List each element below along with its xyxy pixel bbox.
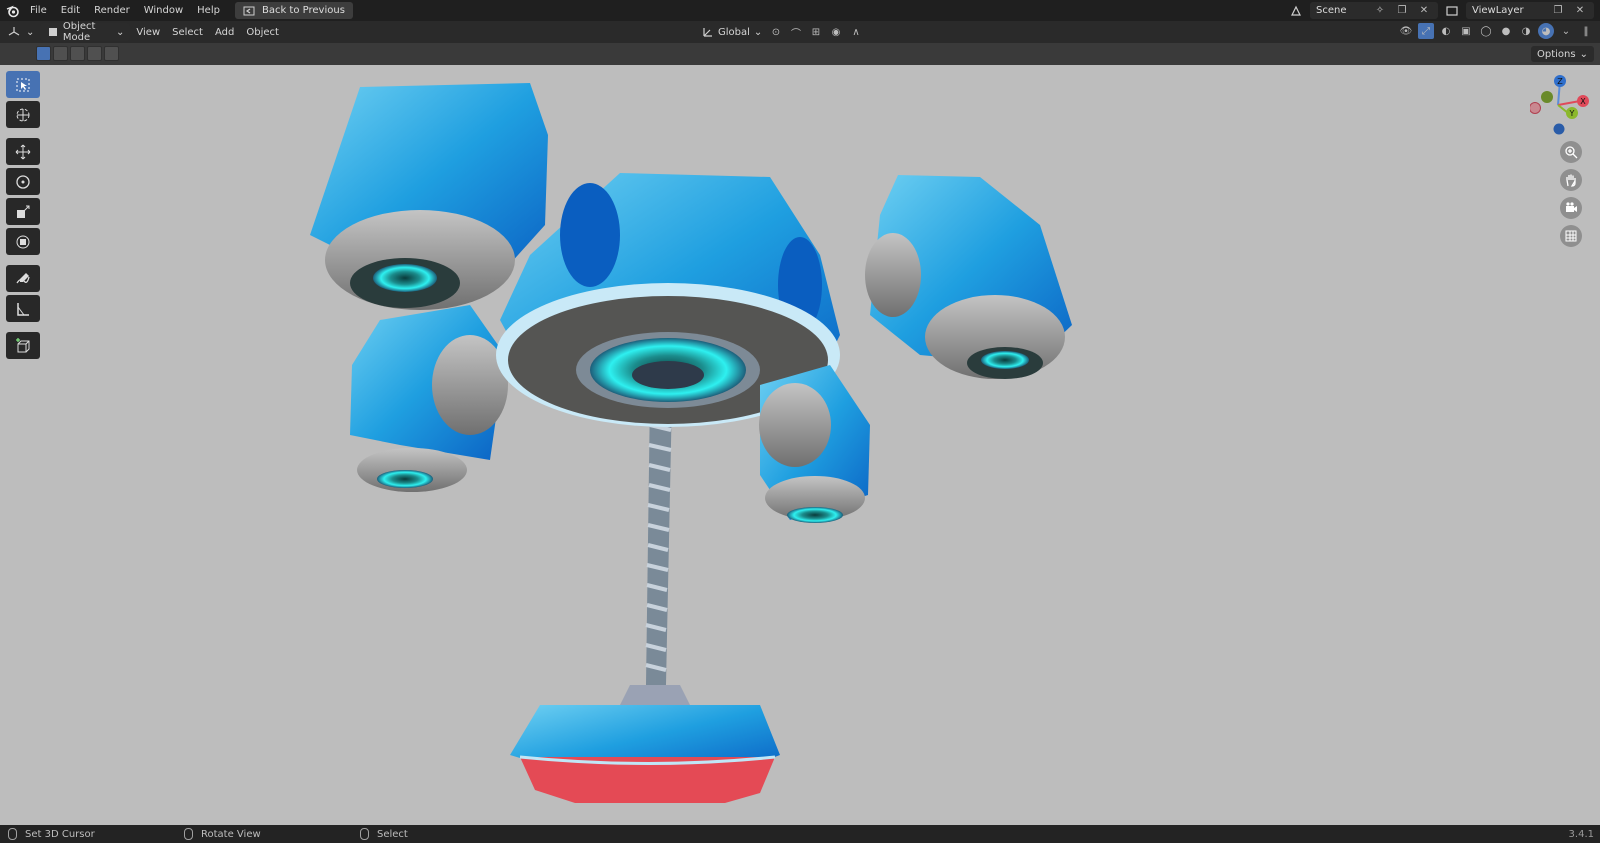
camera-icon[interactable] — [1560, 197, 1582, 219]
gizmo-toggle-icon[interactable]: ⤢ — [1418, 23, 1434, 39]
model-render — [310, 83, 1072, 803]
rendered-shading-icon[interactable]: ◕ — [1538, 23, 1554, 39]
viewport-header: ⌄ Object Mode ⌄ View Select Add Object G… — [0, 21, 1600, 43]
scale-icon[interactable] — [6, 198, 40, 225]
back-icon — [241, 3, 257, 19]
snap-icon[interactable]: ⌒ — [788, 24, 804, 40]
copy-icon[interactable]: ❐ — [1550, 3, 1566, 19]
cursor-icon[interactable] — [6, 101, 40, 128]
back-to-previous-button[interactable]: Back to Previous — [234, 2, 353, 19]
select-extend-icon[interactable] — [53, 46, 68, 61]
view-layer-name: ViewLayer — [1472, 5, 1524, 16]
select-intersect-icon[interactable] — [104, 46, 119, 61]
transform-orientation-dropdown[interactable]: Global ⌄ — [696, 23, 764, 41]
orientation-icon — [702, 24, 714, 40]
tool-settings-header: Options ⌄ — [0, 43, 1600, 65]
material-shading-icon[interactable]: ◑ — [1518, 23, 1534, 39]
scene-icon[interactable] — [1288, 3, 1304, 19]
view-layer-field[interactable]: ViewLayer ❐ ✕ — [1466, 2, 1594, 19]
back-to-previous-label: Back to Previous — [261, 5, 345, 16]
menu-object[interactable]: Object — [240, 23, 285, 41]
mouse-left-icon — [8, 828, 17, 840]
status-bar: Set 3D Cursor Rotate View Select 3.4.1 — [0, 825, 1600, 843]
mode-dropdown[interactable]: Object Mode ⌄ — [40, 21, 131, 43]
annotate-icon[interactable] — [6, 265, 40, 292]
gizmo-z-label: Z — [1557, 77, 1563, 86]
menu-help[interactable]: Help — [190, 0, 227, 21]
chevron-down-icon: ⌄ — [1579, 48, 1588, 60]
pivot-point-icon[interactable]: ⊙ — [768, 24, 784, 40]
pin-icon[interactable]: ✧ — [1372, 3, 1388, 19]
3d-viewport[interactable]: Z X Y — [0, 65, 1600, 825]
scene-field[interactable]: Scene ✧ ❐ ✕ — [1310, 2, 1438, 19]
mode-label: Object Mode — [62, 21, 96, 43]
transform-icon[interactable] — [6, 228, 40, 255]
mouse-middle-icon — [184, 828, 193, 840]
menu-edit[interactable]: Edit — [54, 0, 87, 21]
blender-logo-icon[interactable] — [3, 0, 23, 21]
select-box-icon[interactable] — [6, 71, 40, 98]
solid-shading-icon[interactable]: ● — [1498, 23, 1514, 39]
scene-name: Scene — [1316, 5, 1347, 16]
add-cube-icon[interactable] — [6, 332, 40, 359]
object-mode-icon — [46, 24, 58, 40]
select-subtract-icon[interactable] — [70, 46, 85, 61]
status-middle: Rotate View — [184, 828, 261, 840]
mouse-right-icon — [360, 828, 369, 840]
status-left-label: Set 3D Cursor — [25, 828, 95, 840]
proportional-editing-icon[interactable]: ◉ — [828, 24, 844, 40]
menu-file[interactable]: File — [23, 0, 54, 21]
menu-add[interactable]: Add — [209, 23, 240, 41]
status-right-label: Select — [377, 828, 408, 840]
close-icon[interactable]: ✕ — [1572, 3, 1588, 19]
wireframe-shading-icon[interactable]: ◯ — [1478, 23, 1494, 39]
overlay-icon[interactable]: ◐ — [1438, 23, 1454, 39]
gizmo-y-label: Y — [1569, 109, 1575, 118]
measure-icon[interactable] — [6, 295, 40, 322]
snap-target-icon[interactable]: ⊞ — [808, 24, 824, 40]
move-icon[interactable] — [6, 138, 40, 165]
copy-icon[interactable]: ❐ — [1394, 3, 1410, 19]
tool-shelf — [6, 71, 40, 359]
menu-render[interactable]: Render — [87, 0, 137, 21]
menu-view[interactable]: View — [130, 23, 166, 41]
select-new-icon[interactable] — [36, 46, 51, 61]
gizmo-x-label: X — [1580, 97, 1586, 106]
pan-hand-icon[interactable] — [1560, 169, 1582, 191]
menu-select[interactable]: Select — [166, 23, 209, 41]
status-middle-label: Rotate View — [201, 828, 261, 840]
selection-mode-group — [36, 46, 119, 61]
menu-window[interactable]: Window — [137, 0, 190, 21]
editor-type-button[interactable]: ⌄ — [0, 23, 40, 41]
top-menu-bar: File Edit Render Window Help Back to Pre… — [0, 0, 1600, 21]
xray-icon[interactable]: ▣ — [1458, 23, 1474, 39]
view-layer-icon[interactable] — [1444, 3, 1460, 19]
zoom-icon[interactable] — [1560, 141, 1582, 163]
close-icon[interactable]: ✕ — [1416, 3, 1432, 19]
ortho-grid-icon[interactable] — [1560, 225, 1582, 247]
select-invert-icon[interactable] — [87, 46, 102, 61]
navigation-gizmo[interactable]: Z X Y — [1529, 71, 1590, 141]
editor-type-icon — [6, 24, 22, 40]
rotate-icon[interactable] — [6, 168, 40, 195]
version-label: 3.4.1 — [1568, 828, 1594, 840]
options-label: Options — [1537, 48, 1576, 60]
orientation-label: Global — [718, 26, 750, 38]
view-navigation-buttons — [1560, 141, 1582, 247]
falloff-icon[interactable]: ∧ — [848, 24, 864, 40]
options-dropdown[interactable]: Options ⌄ — [1531, 46, 1594, 62]
pause-icon[interactable]: ‖ — [1578, 23, 1594, 39]
visibility-icon[interactable]: 👁 — [1398, 23, 1414, 39]
chevron-down-icon[interactable]: ⌄ — [1558, 23, 1574, 39]
status-right: Select — [360, 828, 408, 840]
chevron-down-icon: ⌄ — [116, 26, 125, 38]
status-left: Set 3D Cursor — [8, 828, 95, 840]
chevron-down-icon: ⌄ — [753, 26, 763, 38]
chevron-down-icon: ⌄ — [26, 26, 35, 38]
